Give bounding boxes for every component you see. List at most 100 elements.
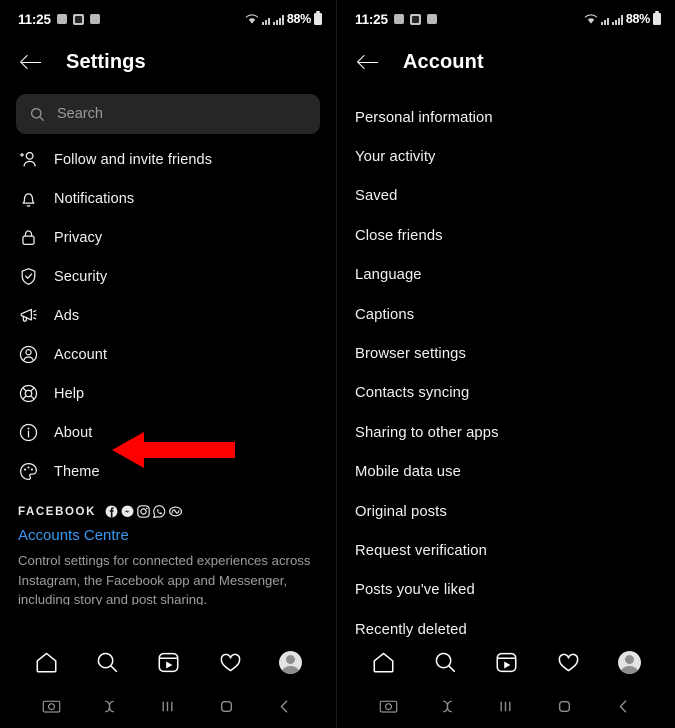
camera-icon[interactable] bbox=[42, 697, 61, 716]
home-square-icon[interactable] bbox=[217, 697, 236, 716]
home-icon[interactable] bbox=[34, 650, 59, 675]
back-chevron-icon[interactable] bbox=[614, 697, 633, 716]
sidebar-item-label: About bbox=[54, 424, 93, 441]
status-bar-left-group: 11:25 bbox=[18, 12, 100, 27]
home-square-icon[interactable] bbox=[555, 697, 574, 716]
profile-avatar[interactable] bbox=[617, 650, 641, 674]
bixby-icon[interactable] bbox=[100, 697, 119, 716]
sidebar-item-theme[interactable]: Theme bbox=[0, 452, 336, 491]
search-container: Search bbox=[0, 86, 336, 140]
list-item-original-posts[interactable]: Original posts bbox=[337, 492, 675, 531]
back-arrow-icon[interactable] bbox=[20, 50, 44, 74]
sidebar-item-follow-and-invite-friends[interactable]: Follow and invite friends bbox=[0, 140, 336, 179]
battery-percentage: 88% bbox=[286, 12, 311, 26]
settings-app-bar: Settings bbox=[0, 38, 336, 86]
list-item-label: Mobile data use bbox=[355, 464, 461, 481]
person-add-icon bbox=[20, 151, 36, 167]
list-item-personal-information[interactable]: Personal information bbox=[337, 98, 675, 137]
notification-icon bbox=[426, 14, 437, 24]
lifebuoy-icon bbox=[19, 384, 38, 403]
accounts-centre-link[interactable]: Accounts Centre bbox=[0, 520, 336, 547]
instagram-icon bbox=[137, 505, 150, 518]
list-item-posts-youve-liked[interactable]: Posts you've liked bbox=[337, 571, 675, 610]
messenger-icon bbox=[121, 505, 134, 517]
search-input[interactable]: Search bbox=[16, 94, 320, 134]
whatsapp-icon bbox=[153, 505, 166, 518]
sidebar-item-about[interactable]: About bbox=[0, 413, 336, 452]
list-item-contacts-syncing[interactable]: Contacts syncing bbox=[337, 374, 675, 413]
list-item-label: Request verification bbox=[355, 542, 487, 559]
sidebar-item-label: Security bbox=[54, 268, 108, 285]
facebook-section-header: FACEBOOK bbox=[0, 491, 336, 520]
home-icon[interactable] bbox=[371, 650, 396, 675]
list-item-label: Sharing to other apps bbox=[355, 424, 499, 441]
instagram-bottom-nav-right bbox=[337, 640, 675, 684]
account-body: Personal information Your activity Saved… bbox=[337, 86, 675, 640]
notification-icon bbox=[56, 14, 67, 24]
sidebar-item-privacy[interactable]: Privacy bbox=[0, 218, 336, 257]
list-item-language[interactable]: Language bbox=[337, 256, 675, 295]
camera-icon[interactable] bbox=[379, 697, 398, 716]
dual-screenshot-container: 11:25 88% Settings Search Follow and inv… bbox=[0, 0, 675, 728]
sidebar-item-label: Help bbox=[54, 385, 85, 402]
list-item-sharing-to-other-apps[interactable]: Sharing to other apps bbox=[337, 413, 675, 452]
list-item-label: Your activity bbox=[355, 149, 436, 166]
heart-icon[interactable] bbox=[556, 650, 581, 675]
list-item-your-activity[interactable]: Your activity bbox=[337, 137, 675, 176]
sidebar-item-help[interactable]: Help bbox=[0, 374, 336, 413]
list-item-saved[interactable]: Saved bbox=[337, 177, 675, 216]
back-chevron-icon[interactable] bbox=[275, 697, 294, 716]
notification-icon bbox=[393, 14, 404, 24]
signal-icon bbox=[272, 14, 284, 25]
search-icon[interactable] bbox=[95, 650, 120, 675]
status-bar-left: 11:25 88% bbox=[0, 0, 336, 38]
meta-icon bbox=[168, 506, 182, 517]
bixby-icon[interactable] bbox=[438, 697, 457, 716]
sidebar-item-account[interactable]: Account bbox=[0, 335, 336, 374]
list-item-close-friends[interactable]: Close friends bbox=[337, 216, 675, 255]
list-item-captions[interactable]: Captions bbox=[337, 295, 675, 334]
multi-window-icon bbox=[409, 13, 421, 25]
reels-icon[interactable] bbox=[494, 650, 519, 675]
notification-icon bbox=[89, 14, 100, 24]
wifi-icon bbox=[245, 13, 259, 24]
signal-icon bbox=[611, 14, 623, 25]
sidebar-item-ads[interactable]: Ads bbox=[0, 296, 336, 335]
list-item-label: Posts you've liked bbox=[355, 582, 475, 599]
list-item-request-verification[interactable]: Request verification bbox=[337, 531, 675, 570]
system-nav-right bbox=[337, 684, 675, 728]
megaphone-icon bbox=[20, 308, 37, 322]
sidebar-item-notifications[interactable]: Notifications bbox=[0, 179, 336, 218]
recents-icon[interactable] bbox=[158, 697, 177, 716]
back-arrow-icon[interactable] bbox=[357, 50, 381, 74]
multi-window-icon bbox=[72, 13, 84, 25]
list-item-recently-deleted[interactable]: Recently deleted bbox=[337, 610, 675, 640]
heart-icon[interactable] bbox=[218, 650, 243, 675]
sidebar-item-security[interactable]: Security bbox=[0, 257, 336, 296]
sidebar-item-label: Theme bbox=[54, 463, 100, 480]
status-bar-right-group: 88% bbox=[584, 11, 661, 26]
list-item-mobile-data-use[interactable]: Mobile data use bbox=[337, 453, 675, 492]
facebook-icon bbox=[105, 505, 118, 518]
battery-icon bbox=[314, 11, 322, 25]
status-bar-clock: 11:25 bbox=[355, 11, 388, 27]
settings-screen: 11:25 88% Settings Search Follow and inv… bbox=[0, 0, 337, 728]
search-icon[interactable] bbox=[433, 650, 458, 675]
status-bar-left-group: 11:25 bbox=[355, 12, 437, 27]
status-bar-clock: 11:25 bbox=[18, 11, 51, 27]
list-item-label: Browser settings bbox=[355, 346, 466, 363]
facebook-description: Control settings for connected experienc… bbox=[18, 553, 311, 605]
reels-icon[interactable] bbox=[156, 650, 181, 675]
sidebar-item-label: Follow and invite friends bbox=[54, 151, 213, 168]
recents-icon[interactable] bbox=[496, 697, 515, 716]
bell-icon bbox=[22, 193, 35, 207]
profile-avatar[interactable] bbox=[278, 650, 302, 674]
info-circle-icon bbox=[19, 423, 38, 442]
list-item-browser-settings[interactable]: Browser settings bbox=[337, 334, 675, 373]
list-item-label: Language bbox=[355, 267, 422, 284]
search-icon bbox=[30, 107, 45, 121]
page-title: Account bbox=[403, 50, 484, 73]
settings-body: Search Follow and invite friends Notific… bbox=[0, 86, 336, 640]
facebook-heading: FACEBOOK bbox=[18, 505, 96, 518]
account-app-bar: Account bbox=[337, 38, 675, 86]
